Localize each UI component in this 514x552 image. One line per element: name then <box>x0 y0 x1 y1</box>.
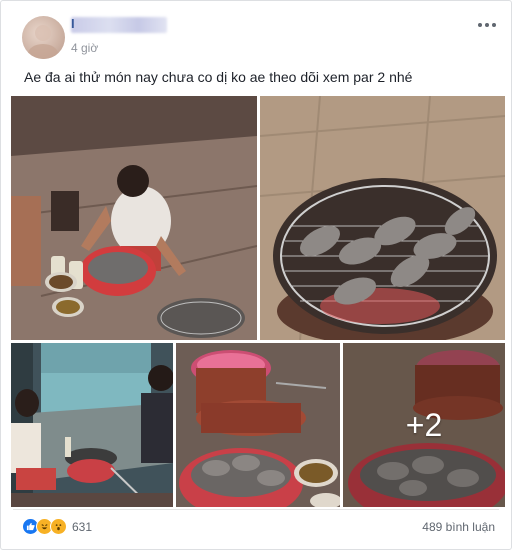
post-text: Ae đa ai thử món nay chưa co dị ko ae th… <box>24 69 413 85</box>
photo-3-image <box>11 343 173 507</box>
post-timestamp[interactable]: 4 giờ <box>71 41 98 55</box>
reactions-summary[interactable]: 631 <box>22 518 92 535</box>
more-photos-count: +2 <box>405 406 443 443</box>
photo-2-image <box>260 96 505 340</box>
post-photo-1[interactable] <box>11 96 257 340</box>
post-photo-3[interactable] <box>11 343 173 507</box>
comments-count-link[interactable]: 489 bình luận <box>422 520 495 534</box>
wow-reaction-icon <box>50 518 67 535</box>
photo-4-image <box>176 343 340 507</box>
more-photos-overlay[interactable]: +2 <box>343 343 505 507</box>
author-avatar[interactable] <box>22 16 65 59</box>
post-photo-2[interactable] <box>260 96 505 340</box>
avatar-image <box>28 25 58 59</box>
post-photo-4[interactable] <box>176 343 340 507</box>
author-name-blurred[interactable] <box>71 17 167 33</box>
post-photo-5[interactable]: +2 <box>343 343 505 507</box>
reaction-count: 631 <box>72 519 93 534</box>
footer-divider <box>13 509 499 510</box>
author-name-initial[interactable]: I <box>71 16 75 31</box>
photo-1-image <box>11 96 257 340</box>
post-card: I 4 giờ Ae đa ai thử món nay chưa co dị … <box>0 0 512 550</box>
more-options-icon[interactable] <box>477 19 497 31</box>
